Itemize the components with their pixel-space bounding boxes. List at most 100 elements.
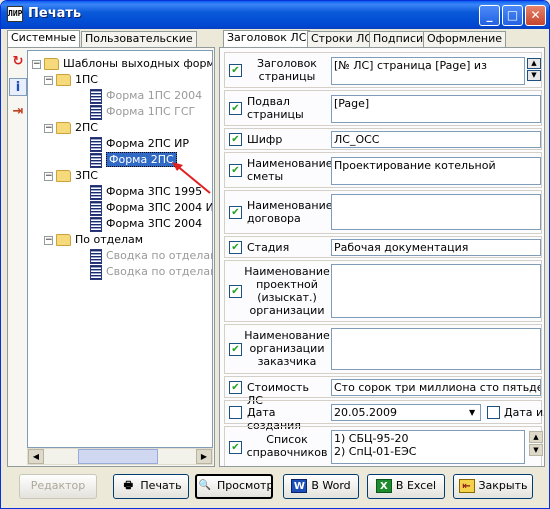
tree-leaf[interactable]: Форма 2ПС ИР <box>90 136 189 152</box>
document-icon <box>90 184 102 200</box>
references-input[interactable]: 1) СБЦ-95-20 2) СпЦ-01-ЕЭС <box>331 430 525 464</box>
field-row-footer: ✔ Подвал страницы [Page] <box>224 90 542 126</box>
customer-org-input[interactable] <box>331 328 541 370</box>
collapse-icon[interactable]: − <box>44 123 53 133</box>
close-window-button[interactable]: ✕ <box>525 5 546 26</box>
footer-checkbox[interactable]: ✔ <box>229 102 242 115</box>
estimate-label: Наименование сметы <box>247 157 333 183</box>
collapse-icon[interactable]: − <box>44 171 53 181</box>
header-settings-panel: ✔ Заголовок страницы [№ ЛС] страница [Pa… <box>219 47 545 467</box>
folder-icon <box>56 74 71 86</box>
code-label: Шифр <box>247 133 283 146</box>
close-button[interactable]: ⇤ Закрыть <box>453 474 533 499</box>
folder-icon <box>56 234 71 246</box>
minimize-button[interactable]: _ <box>479 5 500 26</box>
spin-down-icon[interactable]: ▼ <box>527 70 541 81</box>
design-org-label: Наименование проектной (изыскат.) органи… <box>244 265 330 317</box>
tree-leaf[interactable]: Форма 3ПС 2004 ИР <box>90 200 212 216</box>
document-icon <box>90 248 102 264</box>
customer-org-checkbox[interactable]: ✔ <box>229 343 242 356</box>
field-row-estimate: ✔ Наименование сметы Проектирование коте… <box>224 152 542 188</box>
created-checkbox[interactable] <box>229 406 242 419</box>
tree-node-3ps[interactable]: −3ПС <box>44 168 98 184</box>
tree-node-departments[interactable]: − По отделам <box>44 232 143 248</box>
modified-checkbox[interactable] <box>487 406 500 419</box>
references-checkbox[interactable]: ✔ <box>229 441 242 454</box>
customer-org-label: Наименование организации заказчика <box>244 329 330 368</box>
estimate-input[interactable]: Проектирование котельной <box>331 157 541 185</box>
tab-header-ls[interactable]: Заголовок ЛС <box>223 30 311 48</box>
header-input[interactable]: [№ ЛС] страница [Page] из <box>331 57 525 85</box>
tree-leaf[interactable]: Сводка по отделам П <box>90 264 212 280</box>
scroll-left-icon[interactable]: ◀ <box>28 449 44 464</box>
header-spinner[interactable]: ▲ ▼ <box>527 58 541 82</box>
document-icon <box>90 264 102 280</box>
print-button[interactable]: 🖶 Печать <box>113 474 189 499</box>
document-icon <box>90 104 102 120</box>
tree-node-1ps[interactable]: −1ПС <box>44 72 98 88</box>
scroll-up-icon[interactable]: ▲ <box>529 431 543 443</box>
document-icon <box>90 88 102 104</box>
scroll-right-icon[interactable]: ▶ <box>196 449 212 464</box>
contract-checkbox[interactable]: ✔ <box>229 206 242 219</box>
maximize-button[interactable]: □ <box>502 5 523 26</box>
cost-input[interactable]: Сто сорок три миллиона сто пятьдесят т <box>331 379 541 396</box>
excel-icon: X <box>375 479 392 493</box>
templates-tree: − Шаблоны выходных форм П −1ПС Форма 1ПС … <box>27 50 213 448</box>
tree-horizontal-scrollbar[interactable]: ◀ ▶ <box>27 448 213 465</box>
estimate-checkbox[interactable]: ✔ <box>229 164 242 177</box>
collapse-icon[interactable]: − <box>44 75 53 85</box>
scroll-down-icon[interactable]: ▼ <box>529 444 543 456</box>
footer-label: Подвал страницы <box>247 95 304 121</box>
field-row-contract: ✔ Наименование договора <box>224 190 542 234</box>
tab-user[interactable]: Пользовательские <box>81 31 197 47</box>
contract-input[interactable] <box>331 194 541 230</box>
refresh-icon[interactable]: ↻ <box>9 53 27 71</box>
tab-system[interactable]: Системные <box>7 30 80 48</box>
tree-leaf[interactable]: Сводка по отделам Л <box>90 248 212 264</box>
code-checkbox[interactable]: ✔ <box>229 133 242 146</box>
spin-up-icon[interactable]: ▲ <box>527 58 541 69</box>
field-row-code: ✔ Шифр ЛС_ОСС <box>224 128 542 150</box>
magnifier-icon: 🔍 <box>198 480 212 491</box>
stage-input[interactable]: Рабочая документация <box>331 239 541 256</box>
tab-layout[interactable]: Оформление <box>423 31 506 47</box>
tree-leaf[interactable]: Форма 1ПС 2004 <box>90 88 202 104</box>
title-bar: ЛИР Печать _ □ ✕ <box>1 1 549 29</box>
contract-label: Наименование договора <box>247 199 333 225</box>
editor-button[interactable]: Редактор <box>19 474 97 499</box>
print-dialog: ЛИР Печать _ □ ✕ Системные Пользовательс… <box>0 0 550 509</box>
tree-leaf[interactable]: Форма 1ПС ГСГ <box>90 104 195 120</box>
preview-button[interactable]: 🔍 Просмотр <box>195 474 273 499</box>
tree-leaf-selected[interactable]: Форма 2ПС <box>90 152 177 168</box>
collapse-icon[interactable]: − <box>32 59 41 69</box>
cost-checkbox[interactable]: ✔ <box>229 381 242 394</box>
tree-node-2ps[interactable]: −2ПС <box>44 120 98 136</box>
export-word-button[interactable]: WВ Word <box>283 474 359 499</box>
tree-root[interactable]: − Шаблоны выходных форм П <box>32 56 212 72</box>
exit-door-icon: ⇤ <box>458 479 475 493</box>
references-scrollbar[interactable]: ▲ ▼ <box>529 431 543 457</box>
code-input[interactable]: ЛС_ОСС <box>331 131 541 148</box>
stage-checkbox[interactable]: ✔ <box>229 241 242 254</box>
scroll-thumb[interactable] <box>78 449 158 464</box>
created-date-input[interactable]: 20.05.2009 <box>331 404 481 421</box>
document-icon <box>90 216 102 232</box>
collapse-icon[interactable]: − <box>44 235 53 245</box>
tree-leaf[interactable]: Форма 3ПС 2004 <box>90 216 202 232</box>
info-icon[interactable]: i <box>9 78 27 96</box>
field-row-cost: ✔ Стоимость ЛС Сто сорок три миллиона ст… <box>224 376 542 407</box>
tab-rows-ls[interactable]: Строки ЛС <box>307 31 377 47</box>
export-excel-button[interactable]: XВ Excel <box>367 474 445 499</box>
design-org-checkbox[interactable]: ✔ <box>229 285 242 298</box>
header-checkbox[interactable]: ✔ <box>229 64 242 77</box>
document-icon <box>90 136 102 152</box>
document-icon <box>90 152 102 168</box>
tab-signatures[interactable]: Подписи <box>369 31 428 47</box>
word-icon: W <box>291 479 308 493</box>
design-org-input[interactable] <box>331 264 541 318</box>
dropdown-arrow-icon[interactable]: ▼ <box>469 408 475 417</box>
field-row-header: ✔ Заголовок страницы [№ ЛС] страница [Pa… <box>224 52 542 88</box>
footer-input[interactable]: [Page] <box>331 95 541 123</box>
export-icon[interactable]: ⇥ <box>9 103 27 121</box>
